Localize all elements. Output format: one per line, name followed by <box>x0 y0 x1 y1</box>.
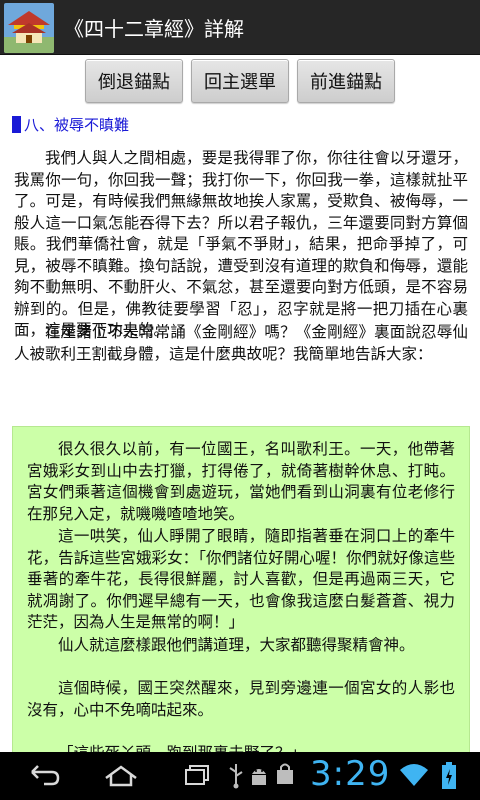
back-anchor-button[interactable]: 倒退錨點 <box>85 59 183 103</box>
home-icon[interactable] <box>100 760 142 794</box>
shopping-bag-icon <box>274 760 296 794</box>
title-bar: 《四十二章經》詳解 <box>0 0 480 55</box>
wifi-icon <box>398 760 430 794</box>
story-paragraph-1: 很久很久以前，有一位國王，名叫歌利王。一天，他帶著宮娥彩女到山中去打獵，打得倦了… <box>27 440 455 523</box>
paragraph-2: 在座諸位不是常常誦《金剛經》嗎？《金剛經》裏面說忍辱仙人被歌利王割截身體，這是什… <box>14 323 468 363</box>
story-paragraph-5: 「這些死丫頭，跑到那裏去野了？」 <box>27 743 455 752</box>
android-debug-icon <box>248 760 270 794</box>
section-heading-text: 八、被辱不瞋難 <box>24 116 130 134</box>
heading-marker <box>12 116 21 133</box>
battery-icon <box>440 760 458 796</box>
forward-anchor-button[interactable]: 前進錨點 <box>297 59 395 103</box>
usb-icon <box>226 760 246 794</box>
recent-apps-icon[interactable] <box>178 760 218 794</box>
back-arrow-icon[interactable] <box>24 760 64 794</box>
story-paragraph-2: 這一哄笑，仙人睜開了眼睛，隨即指著垂在洞口上的牽牛花，告訴這些宮娥彩女：「你們諸… <box>27 527 455 631</box>
anchor-toolbar: 倒退錨點 回主選單 前進錨點 <box>0 55 480 107</box>
story-paragraph-3: 仙人就這麼樣跟他們講道理，大家都聽得聚精會神。 <box>58 636 415 654</box>
story-paragraph-4: 這個時候，國王突然醒來，見到旁邊連一個宮女的人影也沒有，心中不免嘀咕起來。 <box>27 679 455 719</box>
article-content[interactable]: 八、被辱不瞋難 我們人與人之間相處，要是我得罪了你，你往往會以牙還牙，我罵你一句… <box>0 108 480 752</box>
paragraph-1: 我們人與人之間相處，要是我得罪了你，你往往會以牙還牙，我罵你一句，你回我一聲；我… <box>14 149 468 339</box>
temple-icon <box>4 3 54 53</box>
section-heading: 八、被辱不瞋難 <box>12 114 129 135</box>
app-title: 《四十二章經》詳解 <box>64 16 244 41</box>
clock-time: 3:29 <box>310 754 391 794</box>
story-box: 很久很久以前，有一位國王，名叫歌利王。一天，他帶著宮娥彩女到山中去打獵，打得倦了… <box>12 426 470 752</box>
system-bar: 3:29 <box>0 752 480 800</box>
main-menu-button[interactable]: 回主選單 <box>191 59 289 103</box>
